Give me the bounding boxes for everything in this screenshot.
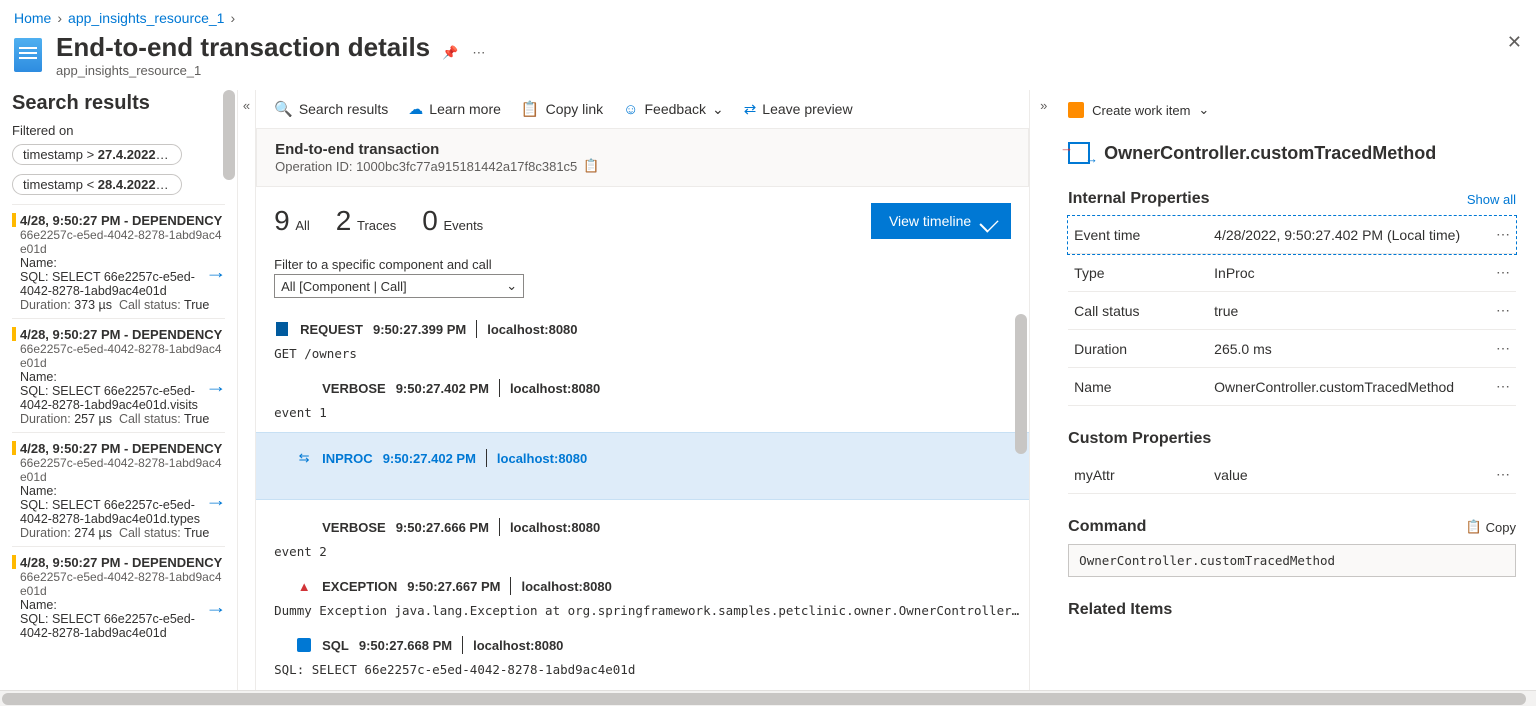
filter-pill[interactable]: timestamp > 27.4.2022, 21:5... — [12, 144, 182, 165]
method-title: OwnerController.customTracedMethod — [1104, 143, 1436, 164]
internal-props-table: Event time4/28/2022, 9:50:27.402 PM (Loc… — [1068, 216, 1516, 406]
timeline-item[interactable]: VERBOSE9:50:27.666 PMlocalhost:8080event… — [274, 512, 1019, 559]
chevron-down-icon: ⌄ — [506, 278, 517, 294]
internal-props-title: Internal Properties — [1068, 190, 1209, 208]
view-timeline-button[interactable]: View timeline — [871, 203, 1011, 239]
search-result-item[interactable]: 4/28, 9:50:27 PM - DEPENDENCY66e2257c-e5… — [12, 432, 225, 546]
document-icon — [14, 38, 42, 72]
search-icon: 🔍 — [274, 100, 293, 118]
expand-panel-icon[interactable]: » — [1040, 98, 1047, 113]
property-row[interactable]: myAttrvalue⋯ — [1068, 456, 1516, 494]
more-icon[interactable]: ⋯ — [1486, 456, 1516, 494]
toolbar: 🔍Search results ☁Learn more 📋Copy link ☺… — [256, 90, 1029, 128]
timeline-item[interactable]: REQUEST9:50:27.399 PMlocalhost:8080GET /… — [274, 314, 1019, 361]
copy-icon: 📋 — [1465, 519, 1481, 535]
page-title: End-to-end transaction details — [56, 32, 430, 63]
arrow-right-icon: → — [207, 490, 225, 511]
inproc-icon — [1068, 142, 1090, 164]
show-all-link[interactable]: Show all — [1467, 192, 1516, 207]
related-items-title: Related Items — [1068, 601, 1172, 619]
timeline-item[interactable]: ▲EXCEPTION9:50:27.667 PMlocalhost:8080Du… — [274, 571, 1019, 618]
chevron-right-icon: › — [230, 10, 235, 26]
operation-id: 1000bc3fc77a915181442a17f8c381c5 — [356, 159, 577, 174]
custom-props-title: Custom Properties — [1068, 430, 1211, 448]
copy-command[interactable]: 📋Copy — [1465, 519, 1516, 535]
component-filter-select[interactable]: All [Component | Call]⌄ — [274, 274, 524, 298]
chevron-down-icon: ⌄ — [1198, 102, 1209, 118]
sql-icon — [297, 638, 311, 652]
timeline-item[interactable]: VERBOSE9:50:27.402 PMlocalhost:8080event… — [274, 373, 1019, 420]
breadcrumb-home[interactable]: Home — [14, 10, 51, 26]
more-icon[interactable]: ⋯ — [472, 45, 485, 61]
pin-icon[interactable]: 📌 — [442, 45, 458, 61]
arrow-right-icon: → — [207, 262, 225, 283]
timeline-item[interactable]: ⇆INPROC9:50:27.402 PMlocalhost:8080 — [256, 432, 1029, 500]
swap-icon: ⇄ — [744, 100, 757, 118]
scrollbar[interactable] — [223, 90, 235, 180]
breadcrumb-resource[interactable]: app_insights_resource_1 — [68, 10, 224, 26]
arrow-right-icon: → — [207, 376, 225, 397]
more-icon[interactable]: ⋯ — [1486, 368, 1516, 406]
command-title: Command — [1068, 518, 1146, 536]
more-icon[interactable]: ⋯ — [1486, 330, 1516, 368]
property-row[interactable]: Call statustrue⋯ — [1068, 292, 1516, 330]
copy-icon: 📋 — [521, 100, 540, 118]
chevron-down-icon: ⌄ — [712, 101, 724, 118]
command-value: OwnerController.customTracedMethod — [1068, 544, 1516, 577]
toolbar-copy[interactable]: 📋Copy link — [521, 100, 603, 118]
arrow-right-icon: → — [207, 597, 225, 618]
timeline-list: REQUEST9:50:27.399 PMlocalhost:8080GET /… — [256, 308, 1029, 704]
property-row[interactable]: TypeInProc⋯ — [1068, 254, 1516, 292]
create-work-item[interactable]: Create work item ⌄ — [1068, 96, 1516, 134]
search-result-item[interactable]: 4/28, 9:50:27 PM - DEPENDENCY66e2257c-e5… — [12, 204, 225, 318]
filtered-on-label: Filtered on — [12, 123, 225, 138]
breadcrumb: Home › app_insights_resource_1 › — [0, 0, 1536, 30]
feedback-icon: ☺ — [623, 101, 638, 118]
toolbar-learn[interactable]: ☁Learn more — [408, 100, 501, 118]
details-panel: » Create work item ⌄ OwnerController.cus… — [1029, 90, 1536, 704]
search-result-item[interactable]: 4/28, 9:50:27 PM - DEPENDENCY66e2257c-e5… — [12, 546, 225, 646]
toolbar-search[interactable]: 🔍Search results — [274, 100, 388, 118]
horizontal-scrollbar[interactable] — [0, 690, 1536, 706]
tx-title: End-to-end transaction — [275, 141, 1010, 158]
transaction-header: End-to-end transaction Operation ID: 100… — [256, 128, 1029, 187]
property-row[interactable]: NameOwnerController.customTracedMethod⋯ — [1068, 368, 1516, 406]
sidebar: Search results Filtered on timestamp > 2… — [0, 90, 237, 704]
inproc-icon: ⇆ — [296, 450, 312, 466]
toolbar-leave[interactable]: ⇄Leave preview — [744, 100, 853, 118]
toolbar-feedback[interactable]: ☺Feedback ⌄ — [623, 101, 724, 118]
exception-icon: ▲ — [296, 578, 312, 594]
count-summary: 9 All 2 Traces 0 Events — [274, 205, 483, 237]
collapse-sidebar-icon[interactable]: « — [237, 90, 256, 704]
custom-props-table: myAttrvalue⋯ — [1068, 456, 1516, 494]
property-row[interactable]: Duration265.0 ms⋯ — [1068, 330, 1516, 368]
scrollbar[interactable] — [1015, 314, 1027, 454]
filter-pill[interactable]: timestamp < 28.4.2022, 21:5... — [12, 174, 182, 195]
chevron-right-icon: › — [57, 10, 62, 26]
more-icon[interactable]: ⋯ — [1486, 292, 1516, 330]
property-row[interactable]: Event time4/28/2022, 9:50:27.402 PM (Loc… — [1068, 216, 1516, 254]
copy-icon[interactable]: 📋 — [583, 158, 599, 174]
search-result-item[interactable]: 4/28, 9:50:27 PM - DEPENDENCY66e2257c-e5… — [12, 318, 225, 432]
request-icon — [276, 322, 288, 336]
timeline-item[interactable]: SQL9:50:27.668 PMlocalhost:8080SQL: SELE… — [274, 630, 1019, 677]
main-content: 🔍Search results ☁Learn more 📋Copy link ☺… — [256, 90, 1029, 704]
close-icon[interactable]: ✕ — [1507, 32, 1522, 53]
page-header: End-to-end transaction details 📌 ⋯ app_i… — [0, 30, 1536, 90]
more-icon[interactable]: ⋯ — [1486, 254, 1516, 292]
filter-label: Filter to a specific component and call — [274, 257, 1011, 272]
sidebar-heading: Search results — [12, 92, 225, 115]
more-icon[interactable]: ⋯ — [1486, 216, 1516, 254]
cloud-icon: ☁ — [408, 100, 423, 118]
page-subtitle: app_insights_resource_1 — [56, 63, 485, 78]
work-item-icon — [1068, 102, 1084, 118]
